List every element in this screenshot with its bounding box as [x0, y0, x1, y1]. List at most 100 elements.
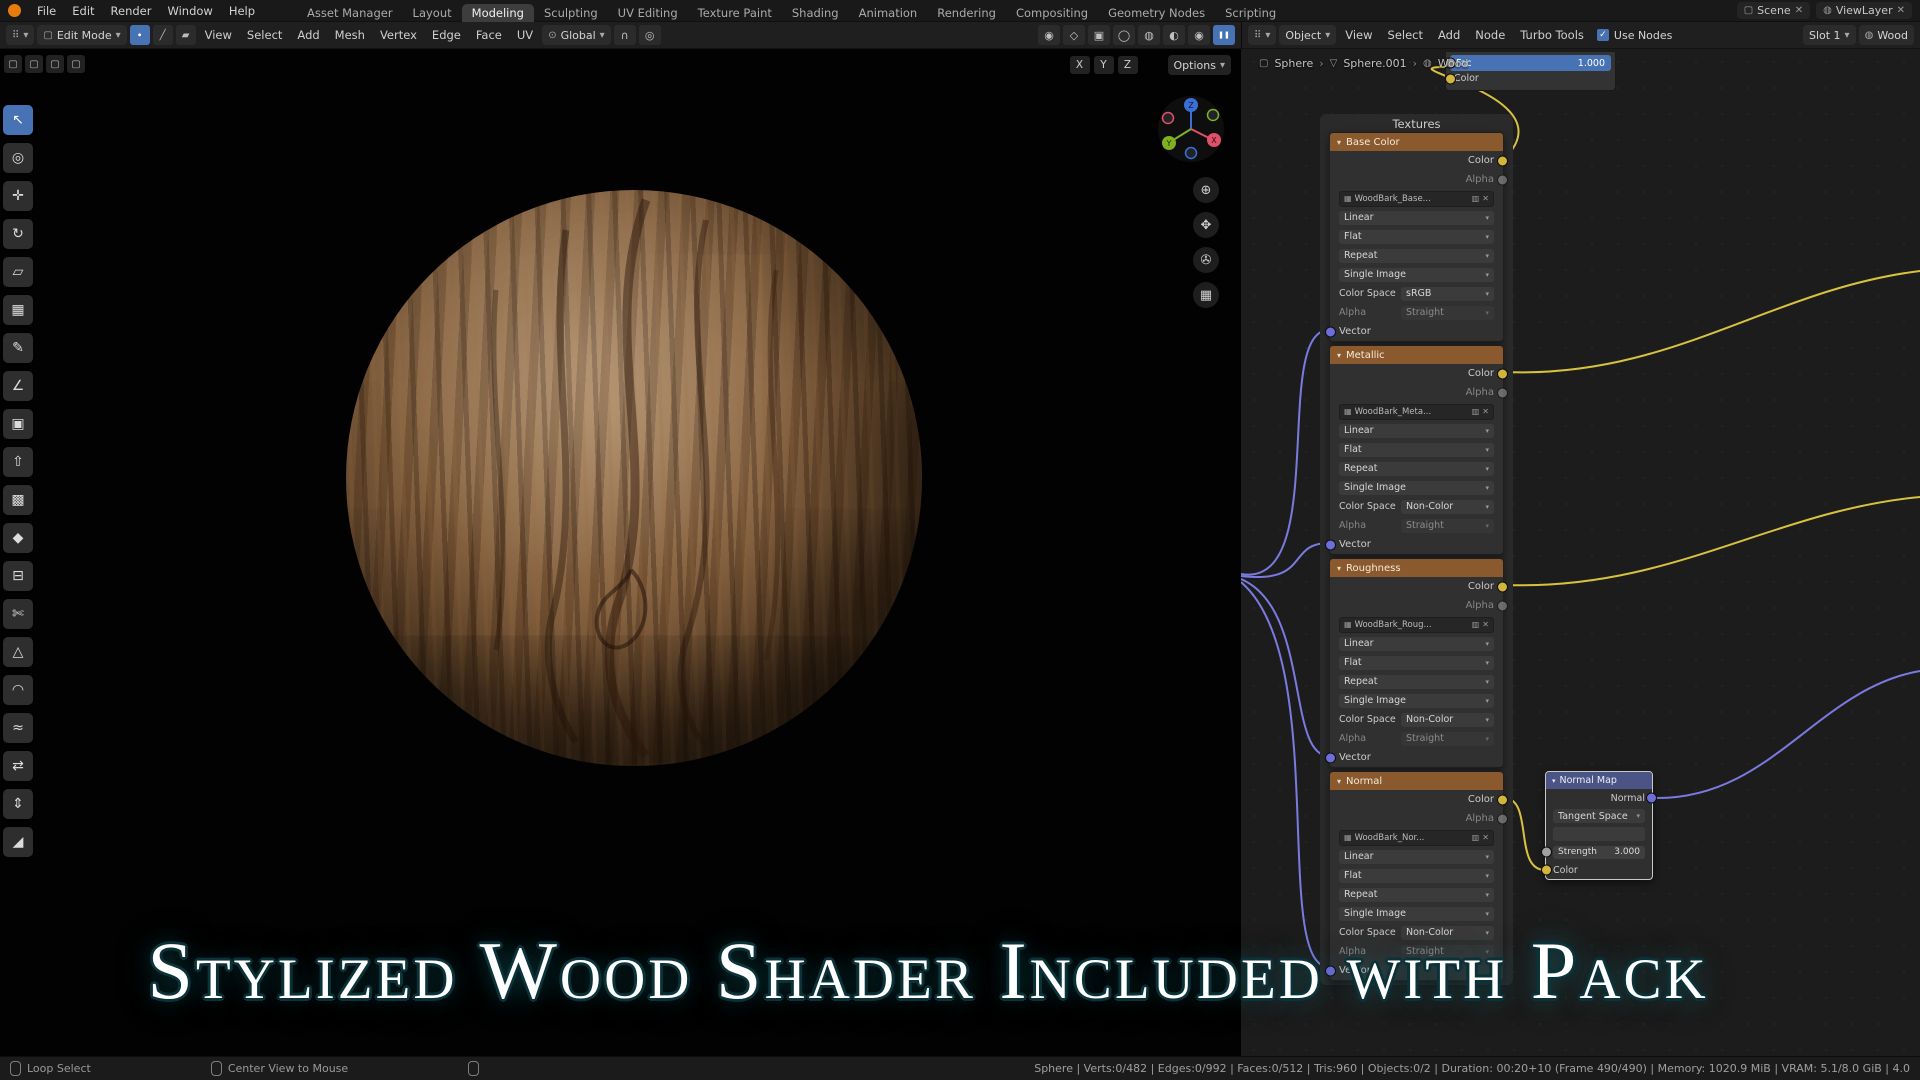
colorspace-dropdown[interactable]: Non-Color ▾ — [1401, 712, 1494, 727]
scene-selector[interactable]: ▢ Scene ✕ — [1736, 2, 1811, 19]
navigation-gizmo[interactable]: X Y Z — [1157, 95, 1225, 166]
tool-add-cube[interactable]: ▣ — [3, 409, 33, 439]
alpha-output-socket[interactable] — [1497, 813, 1508, 824]
tool-knife[interactable]: ✄ — [3, 599, 33, 629]
projection-dropdown[interactable]: Flat ▾ — [1339, 655, 1494, 670]
use-nodes-checkbox[interactable]: ✓ Use Nodes — [1593, 29, 1677, 42]
unlink-icon[interactable]: ✕ — [1482, 407, 1489, 416]
alpha-mode-dropdown[interactable]: Straight ▾ — [1401, 518, 1494, 533]
menu-window[interactable]: Window — [159, 0, 220, 22]
source-dropdown[interactable]: Single Image ▾ — [1339, 693, 1494, 708]
fake-user-icon[interactable]: ▥ — [1472, 194, 1480, 203]
axis-z-button[interactable]: Z — [1117, 56, 1138, 74]
tool-measure[interactable]: ∠ — [3, 371, 33, 401]
collapse-icon[interactable]: ▾ — [1337, 564, 1341, 573]
alpha-mode-dropdown[interactable]: Straight ▾ — [1401, 305, 1494, 320]
shader-node-editor[interactable]: ▢ Sphere › ▽ Sphere.001 › ◍ Wood Fac 1.0… — [1241, 49, 1920, 1056]
color-input-socket[interactable] — [1541, 864, 1552, 876]
breadcrumb-object[interactable]: Sphere — [1274, 57, 1313, 70]
menu-edit[interactable]: Edit — [64, 0, 102, 22]
menu-help[interactable]: Help — [221, 0, 263, 22]
alpha-output-socket[interactable] — [1497, 387, 1508, 398]
axis-x-button[interactable]: X — [1069, 56, 1090, 74]
image-selector[interactable]: ▦ WoodBark_Roug... ▥ ✕ — [1339, 616, 1494, 633]
collapse-icon[interactable]: ▾ — [1337, 777, 1341, 786]
overlays-dropdown[interactable]: ◇ — [1063, 25, 1085, 45]
image-texture-node-metallic[interactable]: ▾ Metallic Color Alpha ▦ WoodBark_Meta..… — [1325, 345, 1508, 555]
axis-y-button[interactable]: Y — [1093, 56, 1114, 74]
node-header[interactable]: ▾ Roughness — [1330, 559, 1503, 577]
extension-dropdown[interactable]: Repeat ▾ — [1339, 674, 1494, 689]
tool-scale[interactable]: ▱ — [3, 257, 33, 287]
menu-face[interactable]: Face — [470, 28, 508, 42]
alpha-output-socket[interactable] — [1497, 600, 1508, 611]
tool-poly-build[interactable]: △ — [3, 637, 33, 667]
unlink-icon[interactable]: ✕ — [1482, 620, 1489, 629]
menu-vertex[interactable]: Vertex — [374, 28, 423, 42]
tool-edge-slide[interactable]: ⇄ — [3, 751, 33, 781]
collapse-icon[interactable]: ▾ — [1337, 138, 1341, 147]
vertex-select-button[interactable]: ∙ — [129, 25, 150, 45]
menu-node[interactable]: Node — [1469, 28, 1511, 42]
tool-extrude-region[interactable]: ⇧ — [3, 447, 33, 477]
tool-loop-cut[interactable]: ⊟ — [3, 561, 33, 591]
camera-view-button[interactable]: ✇ — [1193, 247, 1219, 273]
menu-mesh[interactable]: Mesh — [329, 28, 371, 42]
breadcrumb-mesh[interactable]: Sphere.001 — [1343, 57, 1406, 70]
pan-button[interactable]: ✥ — [1193, 212, 1219, 238]
vector-input-socket[interactable] — [1325, 326, 1336, 337]
shading-solid-button[interactable]: ◍ — [1138, 25, 1160, 45]
image-selector[interactable]: ▦ WoodBark_Nor... ▥ ✕ — [1339, 829, 1494, 846]
face-select-button[interactable]: ▰ — [175, 25, 196, 45]
menu-file[interactable]: File — [29, 0, 64, 22]
shader-type-selector[interactable]: Object ▾ — [1279, 25, 1337, 45]
tool-inset-faces[interactable]: ▩ — [3, 485, 33, 515]
pause-button[interactable]: ❚❚ — [1213, 25, 1235, 45]
color-input-socket[interactable] — [1445, 73, 1456, 84]
menu-render[interactable]: Render — [103, 0, 160, 22]
alpha-mode-dropdown[interactable]: Straight ▾ — [1401, 731, 1494, 746]
normal-map-node[interactable]: ▾ Normal Map Normal Tangent Space ▾ Stre… — [1541, 771, 1657, 880]
collapse-icon[interactable]: ▾ — [1337, 351, 1341, 360]
tab-rendering[interactable]: Rendering — [927, 4, 1006, 22]
menu-add[interactable]: Add — [1432, 28, 1466, 42]
fake-user-icon[interactable]: ▥ — [1472, 407, 1480, 416]
projection-dropdown[interactable]: Flat ▾ — [1339, 868, 1494, 883]
zoom-button[interactable]: ⊕ — [1193, 177, 1219, 203]
source-dropdown[interactable]: Single Image ▾ — [1339, 480, 1494, 495]
tab-compositing[interactable]: Compositing — [1006, 4, 1098, 22]
fake-user-icon[interactable]: ▥ — [1472, 833, 1480, 842]
tab-sculpting[interactable]: Sculpting — [534, 4, 608, 22]
source-dropdown[interactable]: Single Image ▾ — [1339, 267, 1494, 282]
tool-move[interactable]: ✛ — [3, 181, 33, 211]
color-output-socket[interactable] — [1497, 368, 1508, 379]
scene-unlink-icon[interactable]: ✕ — [1795, 5, 1803, 16]
fac-slider[interactable]: Fac 1.000 — [1445, 55, 1611, 71]
tool-transform[interactable]: ▦ — [3, 295, 33, 325]
widget-toggle-1[interactable]: ▢ — [4, 55, 22, 73]
tab-layout[interactable]: Layout — [403, 4, 462, 22]
visibility-dropdown[interactable]: ◉ — [1038, 25, 1060, 45]
tool-annotate[interactable]: ✎ — [3, 333, 33, 363]
collapse-icon[interactable]: ▾ — [1552, 777, 1556, 785]
normal-output-socket[interactable] — [1646, 792, 1657, 804]
tab-modeling[interactable]: Modeling — [461, 3, 534, 22]
tab-shading[interactable]: Shading — [782, 4, 849, 22]
extension-dropdown[interactable]: Repeat ▾ — [1339, 461, 1494, 476]
mode-selector[interactable]: ▢ Edit Mode ▾ — [37, 25, 127, 45]
tool-tweak[interactable]: ↖ — [3, 105, 33, 135]
projection-dropdown[interactable]: Flat ▾ — [1339, 229, 1494, 244]
color-output-socket[interactable] — [1497, 794, 1508, 805]
menu-view[interactable]: View — [1339, 28, 1378, 42]
vector-input-socket[interactable] — [1325, 752, 1336, 763]
interpolation-dropdown[interactable]: Linear ▾ — [1339, 636, 1494, 651]
perspective-toggle-button[interactable]: ▦ — [1193, 282, 1219, 308]
edge-select-button[interactable]: ╱ — [152, 25, 173, 45]
tool-rotate[interactable]: ↻ — [3, 219, 33, 249]
image-selector[interactable]: ▦ WoodBark_Base... ▥ ✕ — [1339, 190, 1494, 207]
snap-magnet-toggle[interactable]: ∩ — [613, 25, 636, 45]
colorspace-dropdown[interactable]: sRGB ▾ — [1401, 286, 1494, 301]
tool-smooth[interactable]: ≈ — [3, 713, 33, 743]
material-selector[interactable]: ◍ Wood — [1858, 25, 1914, 45]
menu-select[interactable]: Select — [1382, 28, 1429, 42]
